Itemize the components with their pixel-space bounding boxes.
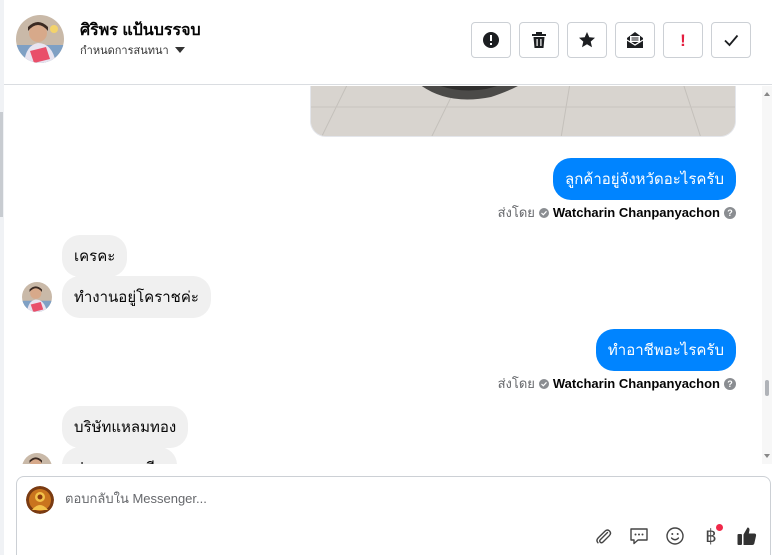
conversation-status-label: กำหนดการสนทนา <box>80 45 169 57</box>
outgoing-message[interactable]: ทำอาชีพอะไรครับ <box>595 329 736 371</box>
emoji-button[interactable] <box>662 523 688 549</box>
payment-button[interactable]: ฿ <box>698 523 724 549</box>
message-thread[interactable]: ลูกค้าอยู่จังหวัดอะไรครับ ส่งโดย Watchar… <box>4 86 760 464</box>
red-exclamation-icon: ! <box>680 30 686 50</box>
composer-toolbar: ฿ <box>590 523 760 549</box>
verified-check-icon <box>538 378 549 389</box>
thread-scrollbar[interactable] <box>762 86 772 464</box>
incoming-message[interactable]: ประกอบอาชีพ <box>62 447 177 464</box>
like-button[interactable] <box>734 523 760 549</box>
caret-down-icon <box>174 47 185 53</box>
sent-by-meta: ส่งโดย Watcharin Chanpanyachon ? <box>498 373 736 394</box>
sent-by-label: ส่งโดย <box>497 376 535 391</box>
help-icon[interactable]: ? <box>724 206 736 219</box>
incoming-message[interactable]: บริษัทแหลมทอง <box>62 406 189 448</box>
trash-icon <box>532 32 546 48</box>
scroll-thumb[interactable] <box>765 380 769 396</box>
exclamation-circle-icon <box>483 32 499 48</box>
reply-composer: ฿ <box>16 476 771 555</box>
sent-by-meta: ส่งโดย Watcharin Chanpanyachon ? <box>498 202 736 223</box>
scroll-down-arrow-icon[interactable] <box>764 454 770 458</box>
incoming-message[interactable]: เครคะ <box>62 235 128 277</box>
conversation-status-dropdown[interactable]: กำหนดการสนทนา <box>80 41 185 59</box>
agent-name[interactable]: Watcharin Chanpanyachon <box>553 376 720 391</box>
reply-input[interactable] <box>65 491 745 506</box>
contact-avatar-small[interactable] <box>22 453 52 464</box>
header-actions: ! <box>471 22 751 58</box>
mark-unread-button[interactable] <box>615 22 655 58</box>
thumbs-up-icon <box>737 527 757 545</box>
attach-button[interactable] <box>590 523 616 549</box>
help-icon[interactable]: ? <box>724 377 736 390</box>
envelope-open-icon <box>626 32 644 48</box>
image-attachment[interactable] <box>310 86 736 137</box>
star-icon <box>579 32 595 48</box>
baht-payment-icon: ฿ <box>705 525 717 547</box>
conversation-header: ศิริพร แป้นบรรจบ กำหนดการสนทนา ! <box>4 0 772 85</box>
sent-by-label: ส่งโดย <box>497 205 535 220</box>
follow-up-button[interactable]: ! <box>663 22 703 58</box>
agent-name[interactable]: Watcharin Chanpanyachon <box>553 205 720 220</box>
notification-dot <box>716 524 723 531</box>
emoji-icon <box>666 527 684 545</box>
scroll-up-arrow-icon[interactable] <box>764 92 770 96</box>
delete-button[interactable] <box>519 22 559 58</box>
contact-name: ศิริพร แป้นบรรจบ <box>80 22 201 39</box>
spam-report-button[interactable] <box>471 22 511 58</box>
page-avatar <box>26 486 54 514</box>
contact-avatar[interactable] <box>16 15 64 63</box>
left-panel-scroll-thumb[interactable] <box>0 112 3 217</box>
paperclip-icon <box>596 529 612 544</box>
saved-reply-icon <box>630 528 648 545</box>
mark-done-button[interactable] <box>711 22 751 58</box>
verified-check-icon <box>538 207 549 218</box>
contact-avatar-small[interactable] <box>22 282 52 312</box>
star-button[interactable] <box>567 22 607 58</box>
saved-replies-button[interactable] <box>626 523 652 549</box>
incoming-message[interactable]: ทำงานอยู่โคราชค่ะ <box>62 276 211 318</box>
outgoing-message[interactable]: ลูกค้าอยู่จังหวัดอะไรครับ <box>553 158 736 200</box>
checkmark-icon <box>724 34 739 47</box>
